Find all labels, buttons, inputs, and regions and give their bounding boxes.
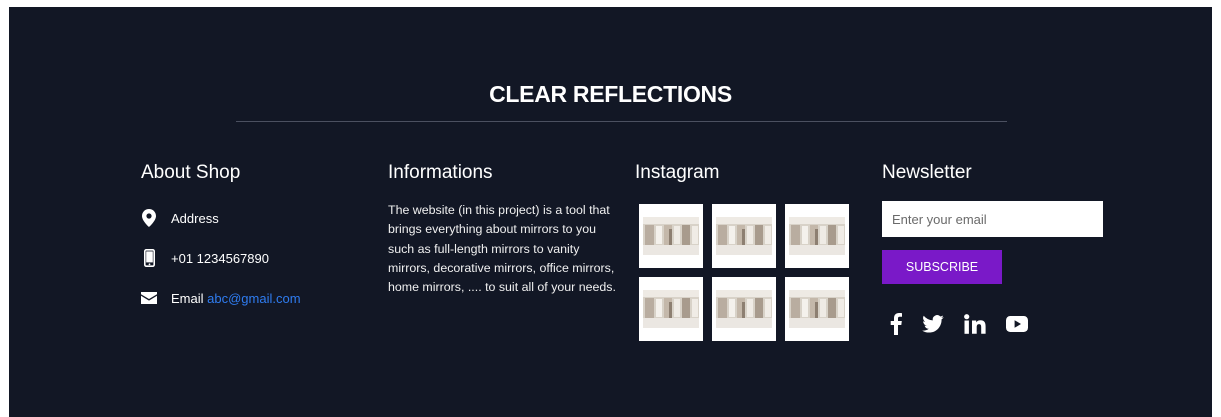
subscribe-button[interactable]: SUBSCRIBE: [882, 250, 1002, 284]
address-label: Address: [171, 210, 219, 226]
about-heading: About Shop: [141, 162, 241, 183]
address-row: Address: [141, 208, 361, 228]
email-label: Email: [171, 290, 204, 306]
instagram-thumbnail[interactable]: [785, 204, 849, 268]
map-pin-icon: [141, 209, 157, 227]
informations-heading: Informations: [388, 162, 493, 183]
email-link[interactable]: abc@gmail.com: [207, 291, 300, 306]
youtube-icon[interactable]: [1006, 311, 1028, 337]
about-shop-section: About Shop Address +01 1234567890 Email …: [141, 162, 361, 328]
mobile-phone-icon: [141, 249, 157, 267]
instagram-gallery: [639, 204, 865, 341]
phone-row: +01 1234567890: [141, 248, 361, 268]
instagram-section: Instagram: [635, 162, 865, 341]
showroom-photo: [789, 290, 845, 328]
instagram-thumbnail[interactable]: [785, 277, 849, 341]
phone-label: +01 1234567890: [171, 250, 269, 266]
newsletter-heading: Newsletter: [882, 162, 972, 183]
informations-text: The website (in this project) is a tool …: [388, 203, 616, 295]
linkedin-icon[interactable]: [964, 311, 986, 337]
social-links: [890, 311, 1122, 337]
instagram-thumbnail[interactable]: [712, 204, 776, 268]
email-row: Email abc@gmail.com: [141, 288, 361, 308]
email-input[interactable]: [882, 201, 1103, 237]
showroom-photo: [716, 290, 772, 328]
showroom-photo: [643, 217, 699, 255]
showroom-photo: [643, 290, 699, 328]
brand-title: CLEAR REFLECTIONS: [489, 81, 732, 107]
facebook-icon[interactable]: [890, 311, 902, 337]
divider: [236, 121, 1007, 122]
instagram-heading: Instagram: [635, 162, 720, 183]
twitter-icon[interactable]: [922, 311, 944, 337]
site-footer: CLEAR REFLECTIONS About Shop Address +01…: [9, 7, 1212, 417]
newsletter-section: Newsletter SUBSCRIBE: [882, 162, 1122, 337]
envelope-icon: [141, 289, 157, 307]
informations-section: Informations The website (in this projec…: [388, 162, 620, 297]
instagram-thumbnail[interactable]: [712, 277, 776, 341]
showroom-photo: [789, 217, 845, 255]
instagram-thumbnail[interactable]: [639, 277, 703, 341]
showroom-photo: [716, 217, 772, 255]
instagram-thumbnail[interactable]: [639, 204, 703, 268]
